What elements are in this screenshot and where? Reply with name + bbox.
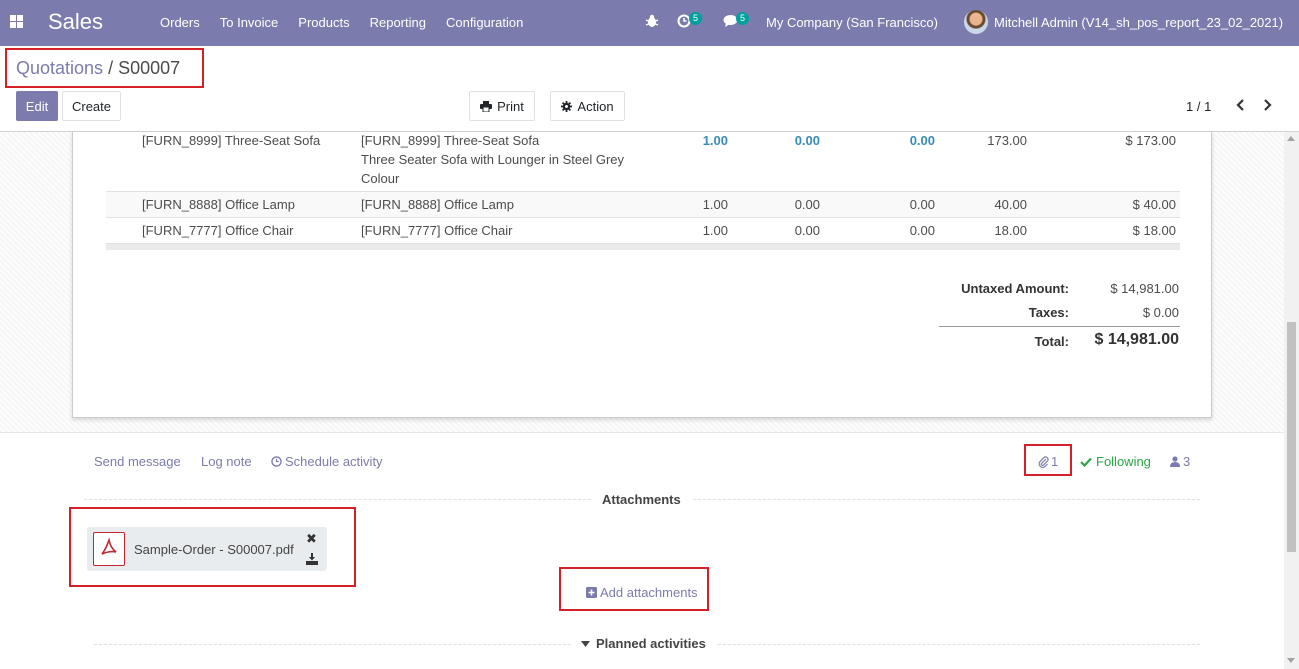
schedule-activity-button[interactable]: Schedule activity (271, 454, 383, 469)
main-menu: Orders To Invoice Products Reporting Con… (160, 15, 523, 30)
log-note-button[interactable]: Log note (201, 454, 252, 469)
line-product: [FURN_8999] Three-Seat Sofa (142, 133, 321, 148)
activity-count-badge: 5 (689, 12, 703, 25)
app-name[interactable]: Sales (48, 9, 103, 35)
user-icon (1170, 456, 1180, 467)
line-unit-price: 40.00 (994, 197, 1027, 212)
line-quantity: 1.00 (702, 133, 728, 148)
untaxed-amount-value: $ 14,981.00 (1110, 281, 1179, 296)
line-quantity: 1.00 (702, 197, 728, 212)
printer-icon (480, 100, 493, 112)
line-product: [FURN_8888] Office Lamp (142, 197, 295, 212)
edit-button[interactable]: Edit (16, 91, 58, 121)
menu-item-to-invoice[interactable]: To Invoice (220, 15, 279, 30)
line-invoiced: 0.00 (909, 223, 935, 238)
line-subtotal: $ 173.00 (1125, 133, 1176, 148)
table-row[interactable]: [FURN_8999] Three-Seat Sofa [FURN_8999] … (106, 132, 1180, 192)
highlight-add-attachments (559, 567, 709, 611)
scroll-up-arrow[interactable] (1287, 136, 1295, 141)
untaxed-amount-label: Untaxed Amount: (961, 281, 1069, 296)
table-footer (106, 244, 1180, 250)
apps-icon[interactable] (10, 15, 23, 28)
line-invoiced: 0.00 (909, 133, 935, 148)
edit-button-label: Edit (25, 98, 49, 114)
followers-button[interactable]: 3 (1170, 454, 1190, 469)
menu-item-orders[interactable]: Orders (160, 15, 200, 30)
line-subtotal: $ 18.00 (1132, 223, 1176, 238)
line-description-2: Three Seater Sofa with Lounger in Steel … (361, 152, 625, 167)
chevron-left-icon[interactable] (1234, 98, 1246, 112)
scroll-thumb[interactable] (1287, 322, 1296, 552)
create-button-label: Create (71, 98, 112, 114)
attachments-title: Attachments (592, 492, 691, 507)
taxes-value: $ 0.00 (1142, 305, 1179, 320)
line-description: [FURN_8999] Three-Seat Sofa (361, 133, 540, 148)
message-count-badge: 5 (736, 12, 750, 25)
check-icon (1080, 457, 1092, 467)
clock-icon (271, 456, 282, 467)
print-button-label: Print (497, 98, 524, 114)
top-navbar: Sales Orders To Invoice Products Reporti… (0, 0, 1299, 46)
line-description: [FURN_8888] Office Lamp (361, 197, 514, 212)
pager-value[interactable]: 1 / 1 (1186, 99, 1211, 114)
table-row[interactable]: [FURN_8888] Office Lamp [FURN_8888] Offi… (106, 192, 1180, 218)
table-row[interactable]: [FURN_7777] Office Chair [FURN_7777] Off… (106, 218, 1180, 244)
following-label: Following (1096, 454, 1151, 469)
total-value: $ 14,981.00 (1094, 331, 1179, 348)
avatar[interactable] (964, 10, 988, 34)
line-description: [FURN_7777] Office Chair (361, 223, 513, 238)
schedule-activity-label: Schedule activity (285, 454, 383, 469)
highlight-breadcrumb (5, 48, 204, 88)
planned-activities-title: Planned activities (596, 636, 706, 651)
company-switcher[interactable]: My Company (San Francisco) (766, 15, 938, 30)
menu-item-products[interactable]: Products (298, 15, 349, 30)
line-product: [FURN_7777] Office Chair (142, 223, 294, 238)
menu-item-configuration[interactable]: Configuration (446, 15, 523, 30)
print-button[interactable]: Print (469, 91, 535, 121)
chevron-right-icon[interactable] (1262, 98, 1274, 112)
following-button[interactable]: Following (1080, 454, 1151, 469)
action-button-label: Action (577, 98, 614, 114)
line-invoiced: 0.00 (909, 197, 935, 212)
gear-icon (561, 100, 573, 112)
highlight-attachment-card (69, 507, 356, 587)
line-delivered: 0.00 (794, 197, 820, 212)
followers-count: 3 (1183, 454, 1191, 469)
total-label: Total: (1034, 334, 1069, 349)
quotation-sheet: [FURN_8999] Three-Seat Sofa [FURN_8999] … (72, 132, 1212, 418)
caret-down-icon (581, 640, 590, 647)
highlight-attachment-count (1024, 444, 1072, 476)
create-button[interactable]: Create (62, 91, 121, 121)
chatter-divider (0, 432, 1284, 433)
bug-icon[interactable] (645, 14, 659, 28)
taxes-label: Taxes: (1028, 305, 1069, 320)
send-message-button[interactable]: Send message (94, 454, 181, 469)
scrollbar[interactable] (1284, 132, 1299, 669)
totals-divider (939, 326, 1180, 327)
action-button[interactable]: Action (550, 91, 625, 121)
user-menu[interactable]: Mitchell Admin (V14_sh_pos_report_23_02_… (994, 15, 1283, 30)
line-quantity: 1.00 (702, 223, 728, 238)
line-delivered: 0.00 (794, 223, 820, 238)
line-unit-price: 173.00 (987, 133, 1027, 148)
line-subtotal: $ 40.00 (1132, 197, 1176, 212)
line-description-3: Colour (361, 171, 400, 186)
planned-activities-toggle[interactable]: Planned activities (571, 636, 716, 651)
scroll-down-arrow[interactable] (1287, 658, 1295, 663)
line-unit-price: 18.00 (994, 223, 1027, 238)
line-delivered: 0.00 (794, 133, 820, 148)
menu-item-reporting[interactable]: Reporting (370, 15, 426, 30)
